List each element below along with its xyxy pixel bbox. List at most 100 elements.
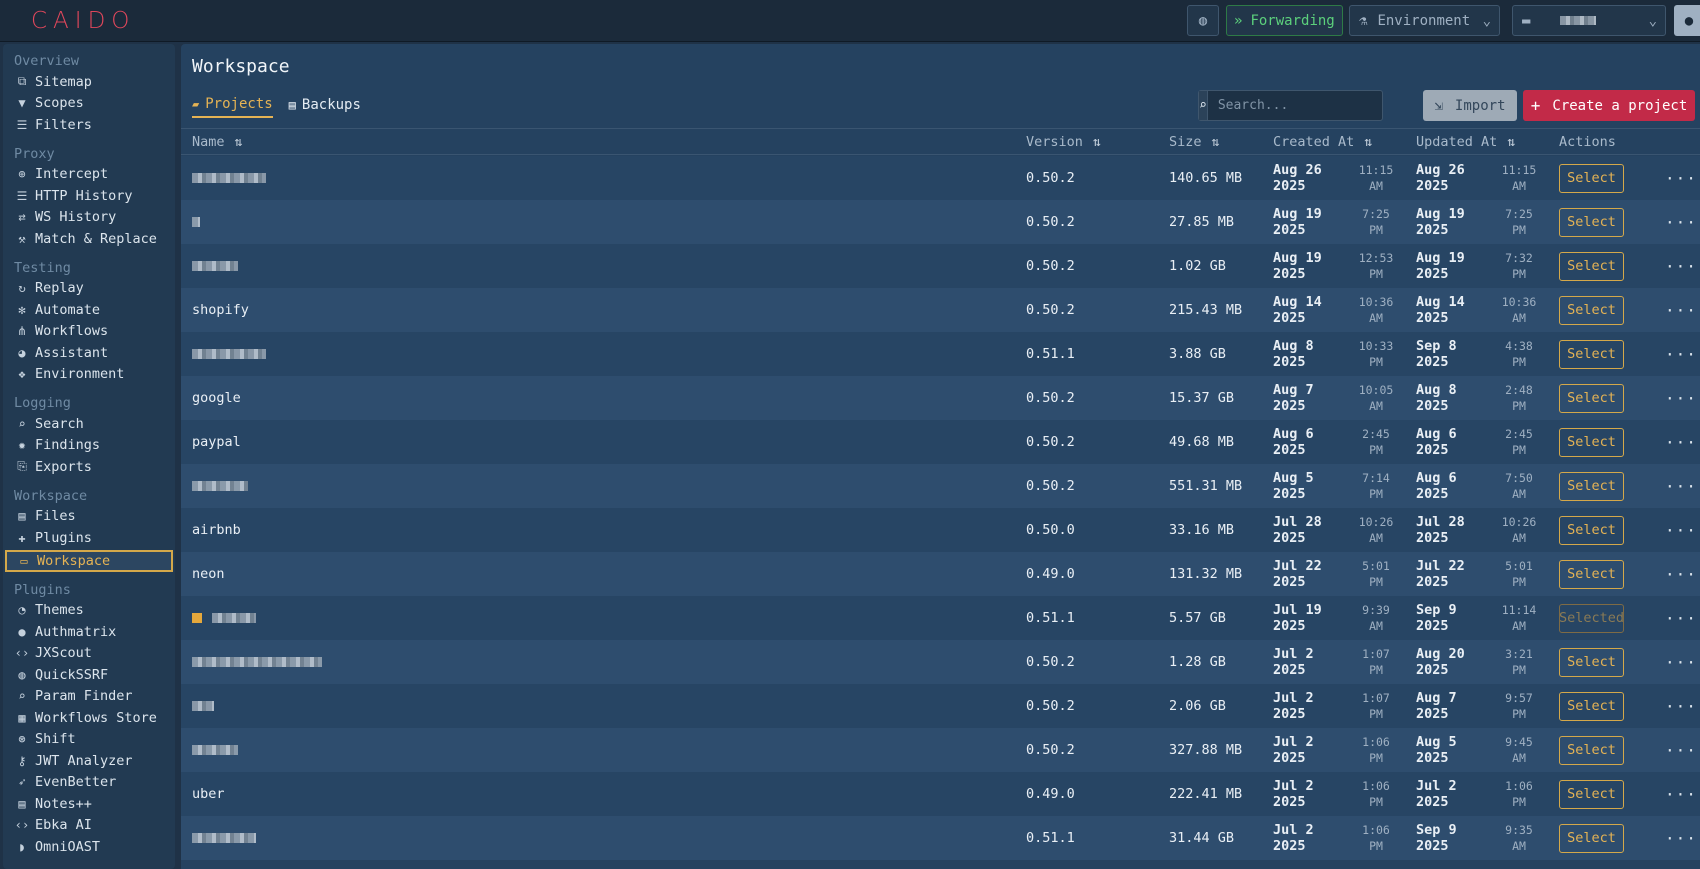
sidebar-item-files[interactable]: ▤ Files xyxy=(3,506,175,528)
sidebar-item-scopes[interactable]: ▼ Scopes xyxy=(3,93,175,115)
sort-icon[interactable]: ⇅ xyxy=(1507,135,1515,150)
sidebar-item-workspace[interactable]: ▭ Workspace xyxy=(5,549,173,572)
size-cell: 31.44 GB xyxy=(1169,830,1235,846)
select-button[interactable]: Select xyxy=(1559,251,1624,281)
select-button[interactable]: Select xyxy=(1559,163,1624,193)
folder-icon: ▬ xyxy=(1522,12,1531,29)
sidebar-item-environment[interactable]: ❖ Environment xyxy=(3,364,175,386)
more-options-icon[interactable]: ··· xyxy=(1665,728,1697,772)
created-ampm: PM xyxy=(1369,795,1383,809)
sidebar-item-sitemap[interactable]: ⧉ Sitemap xyxy=(3,71,175,93)
sidebar-item-automate[interactable]: ✻ Automate xyxy=(3,299,175,321)
select-button[interactable]: Select xyxy=(1559,471,1624,501)
user-avatar-button[interactable]: ● xyxy=(1674,5,1700,36)
more-options-icon[interactable]: ··· xyxy=(1665,596,1697,640)
more-options-icon[interactable]: ··· xyxy=(1665,464,1697,508)
sidebar-item-match-replace[interactable]: ⚒ Match & Replace xyxy=(3,228,175,250)
sidebar-item-ebka-ai[interactable]: ‹› Ebka AI xyxy=(3,815,175,837)
double-chevron-right-icon: » xyxy=(1234,12,1243,29)
project-select[interactable]: ▬ ⌄ xyxy=(1512,5,1666,36)
select-button[interactable]: Select xyxy=(1559,779,1624,809)
sidebar-item-themes[interactable]: ◔ Themes xyxy=(3,600,175,622)
more-options-icon[interactable]: ··· xyxy=(1665,244,1697,288)
more-options-icon[interactable]: ··· xyxy=(1665,376,1697,420)
column-version[interactable]: Version ⇅ xyxy=(1026,134,1101,150)
sidebar-item-jwt-analyzer[interactable]: ⚷ JWT Analyzer xyxy=(3,750,175,772)
sidebar-item-param-finder[interactable]: ⌕ Param Finder xyxy=(3,686,175,708)
flow-icon: ⋔ xyxy=(16,324,28,339)
sidebar-item-assistant[interactable]: ◕ Assistant xyxy=(3,342,175,364)
more-options-icon[interactable]: ··· xyxy=(1665,816,1697,860)
sidebar-item-filters[interactable]: ☰ Filters xyxy=(3,114,175,136)
environment-select[interactable]: ⚗ Environment ⌄ xyxy=(1349,5,1500,36)
sidebar-item-jxscout[interactable]: ‹› JXScout xyxy=(3,643,175,665)
sidebar-section-title: Testing xyxy=(14,259,71,276)
create-project-button[interactable]: + Create a project xyxy=(1523,90,1695,121)
sidebar-item-shift[interactable]: ⊛ Shift xyxy=(3,729,175,751)
more-options-icon[interactable]: ··· xyxy=(1665,684,1697,728)
tab-backups[interactable]: ▤ Backups xyxy=(289,96,361,118)
sidebar-item-ws-history[interactable]: ⇄ WS History xyxy=(3,207,175,229)
more-options-icon[interactable]: ··· xyxy=(1665,420,1697,464)
created-ampm: PM xyxy=(1369,839,1383,853)
column-size[interactable]: Size ⇅ xyxy=(1169,134,1219,150)
sidebar-item-intercept[interactable]: ⊕ Intercept xyxy=(3,164,175,186)
sidebar-item-notes[interactable]: ▤ Notes++ xyxy=(3,793,175,815)
sidebar-item-findings[interactable]: ✹ Findings xyxy=(3,435,175,457)
sort-icon[interactable]: ⇅ xyxy=(235,135,243,150)
select-button[interactable]: Select xyxy=(1559,559,1624,589)
sidebar-item-workflows-store[interactable]: ▦ Workflows Store xyxy=(3,707,175,729)
sidebar-item-search[interactable]: ⌕ Search xyxy=(3,413,175,435)
crosshair-icon: ⊕ xyxy=(18,167,26,182)
project-name-redacted xyxy=(192,657,322,667)
column-created[interactable]: Created At ⇅ xyxy=(1273,134,1372,150)
forwarding-toggle[interactable]: » Forwarding xyxy=(1226,5,1343,36)
more-options-icon[interactable]: ··· xyxy=(1665,156,1697,200)
sidebar-item-http-history[interactable]: ☰ HTTP History xyxy=(3,185,175,207)
sidebar-item-replay[interactable]: ↻ Replay xyxy=(3,278,175,300)
sidebar-item-evenbetter[interactable]: ➶ EvenBetter xyxy=(3,772,175,794)
more-options-icon[interactable]: ··· xyxy=(1665,508,1697,552)
more-options-icon[interactable]: ··· xyxy=(1665,288,1697,332)
select-button[interactable]: Select xyxy=(1559,207,1624,237)
select-button[interactable]: Select xyxy=(1559,339,1624,369)
tab-projects[interactable]: ▰ Projects xyxy=(192,96,273,118)
more-options-icon[interactable]: ··· xyxy=(1665,640,1697,684)
created-date-cell: Jul 2 2025 xyxy=(1273,640,1343,684)
sort-icon[interactable]: ⇅ xyxy=(1364,135,1372,150)
select-button[interactable]: Select xyxy=(1559,823,1624,853)
column-updated[interactable]: Updated At ⇅ xyxy=(1416,134,1515,150)
select-button[interactable]: Select xyxy=(1559,295,1624,325)
created-ampm: AM xyxy=(1369,311,1383,325)
created-date: Aug 7 xyxy=(1273,382,1314,398)
sort-icon[interactable]: ⇅ xyxy=(1212,135,1220,150)
more-options-icon[interactable]: ··· xyxy=(1665,552,1697,596)
more-options-icon[interactable]: ··· xyxy=(1665,332,1697,376)
sidebar-item-quickssrf[interactable]: ◍ QuickSSRF xyxy=(3,664,175,686)
sidebar-item-workflows[interactable]: ⋔ Workflows xyxy=(3,321,175,343)
more-options-icon[interactable]: ··· xyxy=(1665,772,1697,816)
file-import-icon: ⇲ xyxy=(1434,97,1443,114)
sort-icon[interactable]: ⇅ xyxy=(1093,135,1101,150)
import-button[interactable]: ⇲ Import xyxy=(1423,90,1517,121)
more-options-icon[interactable]: ··· xyxy=(1665,200,1697,244)
search-input[interactable] xyxy=(1207,91,1387,120)
chat-icon: ◕ xyxy=(18,345,26,360)
updated-time-cell: 2:48 PM xyxy=(1496,376,1542,420)
select-button[interactable]: Select xyxy=(1559,647,1624,677)
name-cell xyxy=(192,816,256,860)
created-time-cell: 10:36 AM xyxy=(1353,288,1399,332)
sidebar-item-exports[interactable]: ⎘ Exports xyxy=(3,456,175,478)
select-button[interactable]: Select xyxy=(1559,691,1624,721)
sidebar-item-plugins[interactable]: ✚ Plugins xyxy=(3,527,175,549)
sidebar-item-omnioast[interactable]: ◗ OmniOAST xyxy=(3,836,175,858)
sidebar-item-authmatrix[interactable]: ● Authmatrix xyxy=(3,621,175,643)
browser-button[interactable]: ◍ xyxy=(1187,5,1219,36)
select-button[interactable]: Select xyxy=(1559,427,1624,457)
created-time: 10:05 xyxy=(1358,383,1394,397)
column-name[interactable]: Name ⇅ xyxy=(192,134,242,150)
select-button[interactable]: Select xyxy=(1559,515,1624,545)
select-button[interactable]: Select xyxy=(1559,383,1624,413)
project-name: airbnb xyxy=(192,522,241,538)
select-button[interactable]: Select xyxy=(1559,735,1624,765)
